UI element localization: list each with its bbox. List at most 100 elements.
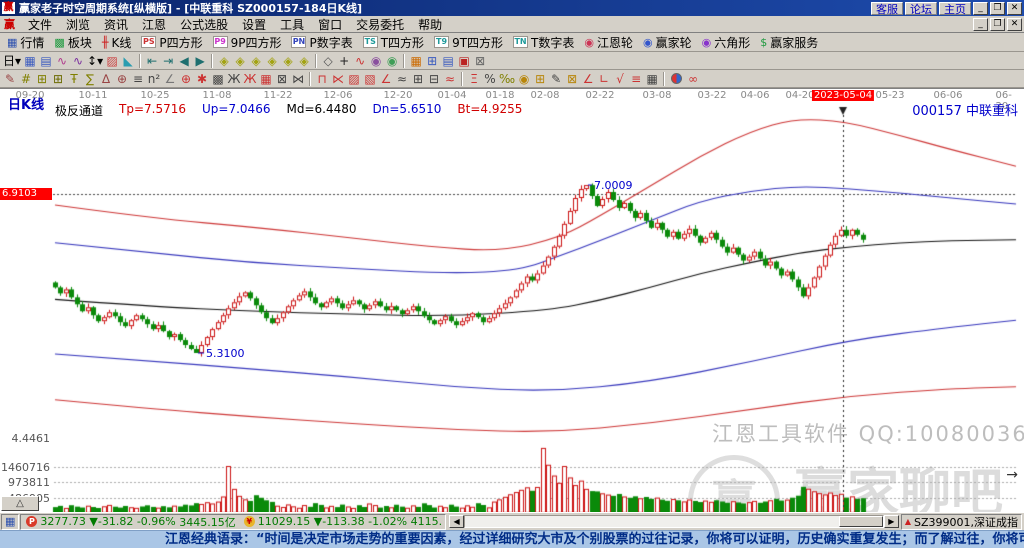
p-table-button[interactable]: PNP数字表 (286, 34, 357, 51)
angle-wave-icon[interactable]: √ (612, 71, 628, 87)
export-icon[interactable]: ⊠ (472, 53, 488, 69)
big-grid-icon[interactable]: ▦ (644, 71, 660, 87)
menu-item-文件[interactable]: 文件 (21, 15, 59, 34)
permille-icon[interactable]: ‰ (498, 71, 516, 87)
star-burst-icon[interactable]: ✱ (194, 71, 210, 87)
first-page-icon[interactable]: ⇤ (144, 53, 160, 69)
menu-item-资讯[interactable]: 资讯 (97, 15, 135, 34)
gold-grid-icon[interactable]: ⊞ (532, 71, 548, 87)
price-comb-icon[interactable]: Ξ (466, 71, 482, 87)
wave-check-icon[interactable]: ≈ (394, 71, 410, 87)
pan-tool-icon[interactable]: ◇ (320, 53, 336, 69)
calculator-icon[interactable]: ⊞ (424, 53, 440, 69)
dense-comb-icon[interactable]: ≡ (130, 71, 146, 87)
info-panel-icon[interactable]: ▤ (38, 53, 54, 69)
comb-tool-icon[interactable]: # (18, 71, 34, 87)
kline-pattern-icon[interactable]: ▦ (22, 53, 38, 69)
winner-service-button[interactable]: $赢家服务 (755, 34, 823, 51)
gold-circle-icon[interactable]: ◉ (516, 71, 532, 87)
frame-grid-icon[interactable]: ⊠ (274, 71, 290, 87)
winner-wheel-button[interactable]: ◉赢家轮 (638, 34, 697, 51)
diamond-expand-icon[interactable]: ◈ (248, 53, 264, 69)
grid-status-icon[interactable]: ▦ (1, 514, 19, 530)
service-link[interactable]: 客服 (871, 2, 903, 15)
diamond-shrink-icon[interactable]: ◈ (264, 53, 280, 69)
grid-list-icon[interactable]: ⊟ (426, 71, 442, 87)
notepad-icon[interactable]: ▤ (440, 53, 456, 69)
n-lines-icon[interactable]: Ж (226, 71, 242, 87)
current-index-panel[interactable]: ▲ SZ399001,深证成指 (901, 514, 1022, 530)
photo-grid-icon[interactable]: ▩ (210, 71, 226, 87)
restore-button[interactable]: ❐ (990, 2, 1005, 15)
play-flag-icon[interactable]: ◣ (120, 53, 136, 69)
yinyang-icon[interactable] (671, 73, 682, 84)
clamp-tool-icon[interactable]: ⊓ (314, 71, 330, 87)
menu-item-设置[interactable]: 设置 (235, 15, 273, 34)
rays-fan-icon[interactable]: ⋉ (330, 71, 346, 87)
red-grid2-icon[interactable]: ▦ (258, 71, 274, 87)
menu-item-工具[interactable]: 工具 (273, 15, 311, 34)
collapse-volume-button[interactable]: △ (1, 496, 39, 511)
red-grid-icon[interactable]: Ж (242, 71, 258, 87)
kline-flag-icon[interactable]: ▨ (104, 53, 120, 69)
grid-olive2-icon[interactable]: ⊞ (50, 71, 66, 87)
t-square-button[interactable]: TST四方形 (358, 34, 429, 51)
hexagon-button[interactable]: ◉六角形 (697, 34, 756, 51)
horizontal-scrollbar[interactable]: ◀ ▶ (449, 515, 899, 529)
sectors-button[interactable]: ▩板块 (49, 34, 96, 51)
crosshair-icon[interactable]: + (336, 53, 352, 69)
scrollbar-thumb[interactable] (839, 516, 883, 527)
kline-chart-canvas[interactable] (0, 89, 1024, 512)
wave-icon[interactable]: ∿ (70, 53, 86, 69)
kline-button[interactable]: ╫K线 (97, 34, 137, 51)
menu-item-浏览[interactable]: 浏览 (59, 15, 97, 34)
diamond-left-icon[interactable]: ◈ (216, 53, 232, 69)
scroll-left-button[interactable]: ◀ (449, 515, 464, 528)
period-dropdown[interactable]: 日▾ (2, 53, 22, 69)
menu-item-公式选股[interactable]: 公式选股 (173, 15, 235, 34)
calendar-icon[interactable]: ▦ (408, 53, 424, 69)
diag-grid2-icon[interactable]: ▧ (362, 71, 378, 87)
t-table-button[interactable]: TNT数字表 (508, 34, 579, 51)
last-page-icon[interactable]: ⇥ (160, 53, 176, 69)
p9-square-button[interactable]: P99P四方形 (208, 34, 287, 51)
flag-grid-icon[interactable]: Ŧ (66, 71, 82, 87)
scrollbar-track[interactable] (464, 515, 884, 528)
pen-tool-icon[interactable]: ✎ (2, 71, 18, 87)
scale-dropdown[interactable]: ↕▾ (86, 53, 104, 69)
infinity-icon[interactable]: ∞ (685, 71, 701, 87)
angle-fan-icon[interactable]: ∠ (162, 71, 178, 87)
ruler-pen-icon[interactable]: ✎ (548, 71, 564, 87)
circle-arrow-icon[interactable]: ⊕ (114, 71, 130, 87)
wave-small-icon[interactable]: ∿ (54, 53, 70, 69)
diamond-down-icon[interactable]: ◈ (296, 53, 312, 69)
s-tool-icon[interactable]: ∑ (82, 71, 98, 87)
gann-wheel-button[interactable]: ◉江恩轮 (579, 34, 638, 51)
menu-item-交易委托[interactable]: 交易委托 (349, 15, 411, 34)
diag-grid-icon[interactable]: ▨ (346, 71, 362, 87)
percent-icon[interactable]: % (482, 71, 498, 87)
grid-plus-icon[interactable]: ⊞ (410, 71, 426, 87)
t9-square-button[interactable]: T99T四方形 (429, 34, 508, 51)
scroll-right-arrow[interactable]: → (1006, 467, 1018, 483)
diamond-up-icon[interactable]: ◈ (280, 53, 296, 69)
tall-grid-icon[interactable]: ⋈ (290, 71, 306, 87)
prev-icon[interactable]: ◀ (176, 53, 192, 69)
diamond-right-icon[interactable]: ◈ (232, 53, 248, 69)
wheel-tool-icon[interactable]: ◉ (368, 53, 384, 69)
menu-item-江恩[interactable]: 江恩 (135, 15, 173, 34)
zigzag-icon[interactable]: ∿ (352, 53, 368, 69)
n-square-icon[interactable]: n² (146, 71, 162, 87)
forum-link[interactable]: 论坛 (905, 2, 937, 15)
mdi-minimize-button[interactable]: _ (973, 18, 988, 31)
angle-k-icon[interactable]: ∠ (580, 71, 596, 87)
menu-item-帮助[interactable]: 帮助 (411, 15, 449, 34)
gold-box-icon[interactable]: ⊠ (564, 71, 580, 87)
menu-item-窗口[interactable]: 窗口 (311, 15, 349, 34)
home-link[interactable]: 主页 (939, 2, 971, 15)
pen-angle-icon[interactable]: ∆ (98, 71, 114, 87)
hatch-icon[interactable]: ≈ (442, 71, 458, 87)
mdi-restore-button[interactable]: ❐ (990, 18, 1005, 31)
next-icon[interactable]: ▶ (192, 53, 208, 69)
grid-olive-icon[interactable]: ⊞ (34, 71, 50, 87)
